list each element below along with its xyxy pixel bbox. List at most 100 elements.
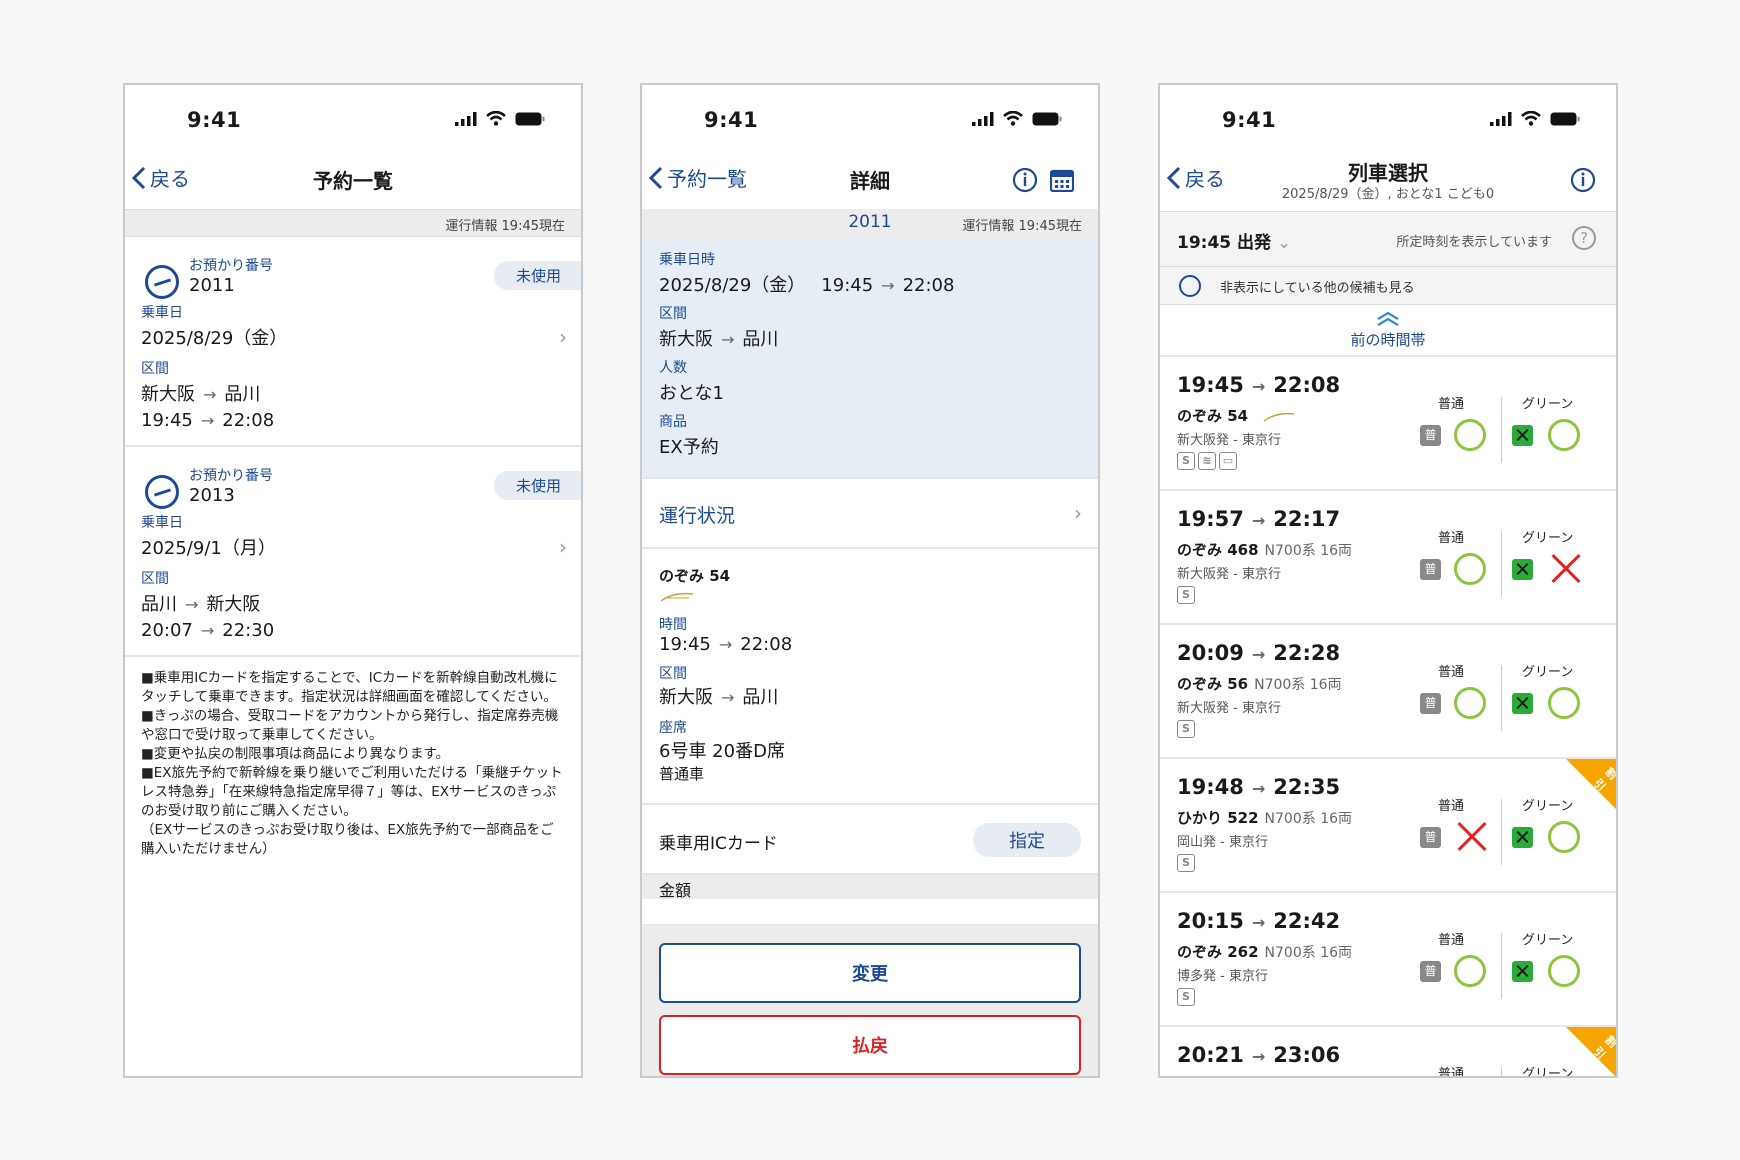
service-info-text[interactable]: 運行情報 19:45現在 xyxy=(962,215,1082,234)
page-title: 列車選択 xyxy=(1348,161,1428,185)
product-value: EX予約 xyxy=(659,437,719,458)
ordinary-label: 普通 xyxy=(1438,665,1465,680)
arrow-right-icon: → xyxy=(1251,913,1266,932)
status-badge: 未使用 xyxy=(493,261,581,290)
green-seat-column: グリーン xyxy=(1512,625,1612,757)
train-type: N700系 16両 xyxy=(1254,677,1342,693)
chevron-down-icon: ⌄ xyxy=(1276,233,1292,253)
info-icon[interactable] xyxy=(1570,167,1596,193)
dep-time: 20:15 xyxy=(1177,909,1244,933)
unavailable-icon xyxy=(1456,821,1488,853)
time-value: 19:45 → 22:08 xyxy=(141,410,565,431)
route-label: 区間 xyxy=(659,306,687,322)
pax-label: 人数 xyxy=(659,360,687,376)
prev-timeslot-button[interactable]: 前の時間帯 xyxy=(1160,305,1616,357)
arr-time: 22:08 xyxy=(222,410,275,431)
show-hidden-toggle[interactable]: 非表示にしている他の候補も見る xyxy=(1160,267,1616,305)
notes-text: ■乗車用ICカードを指定することで、ICカードを新幹線自動改札機にタッチして乗車… xyxy=(141,670,563,857)
train-row[interactable]: 19:48 → 22:35 ひかり 522 N700系 16両 岡山発 - 東京行 S 普通普… xyxy=(1160,759,1616,893)
ordinary-label: 普通 xyxy=(1438,933,1465,948)
discount-ribbon: 割引 xyxy=(1566,759,1616,809)
column-divider xyxy=(1501,799,1502,865)
dep-label: 出発 xyxy=(1237,233,1272,253)
train-name: のぞみ 54 xyxy=(659,567,731,585)
train-name: のぞみ 468 xyxy=(1177,541,1259,559)
calendar-icon[interactable] xyxy=(1050,168,1074,192)
ordinary-seat-icon: 普 xyxy=(1420,827,1441,848)
ic-card-label: 乗車用ICカード xyxy=(659,834,778,854)
train-list: 19:45 → 22:08 のぞみ 54 新大阪発 - 東京行 S ≋ ▭ 普通普グリーン 19:… xyxy=(1160,357,1618,1076)
time-label: 時間 xyxy=(659,617,687,633)
double-chevron-up-icon xyxy=(1377,311,1399,326)
available-icon[interactable] xyxy=(1454,553,1486,585)
ic-card-assign-button[interactable]: 指定 xyxy=(973,823,1081,857)
train-row[interactable]: 20:09 → 22:28 のぞみ 56 N700系 16両 新大阪発 - 東京行 S 普通普… xyxy=(1160,625,1616,759)
arrow-right-icon: → xyxy=(721,688,735,707)
arrow-right-icon: → xyxy=(203,385,217,404)
available-icon[interactable] xyxy=(1548,955,1580,987)
ordinary-seat-column: 普通普 xyxy=(1420,491,1500,623)
chevron-right-icon: › xyxy=(559,325,567,349)
train-name: のぞみ 262 xyxy=(1177,943,1259,961)
train-row[interactable]: 20:15 → 22:42 のぞみ 262 N700系 16両 博多発 - 東京行 S 普通普… xyxy=(1160,893,1616,1027)
dep-time: 19:45 xyxy=(141,410,193,431)
change-button[interactable]: 変更 xyxy=(659,943,1081,1003)
help-icon[interactable]: ? xyxy=(1572,226,1596,250)
reservation-card[interactable]: お預かり番号 2013 未使用 乗車日 2025/9/1（月） 区間 品川 → 新大… xyxy=(125,447,581,657)
to-station: 品川 xyxy=(224,384,261,405)
wifi-icon xyxy=(1003,111,1023,126)
available-icon[interactable] xyxy=(1454,955,1486,987)
service-info-bar[interactable]: 運行情報 19:45現在 xyxy=(125,209,581,237)
page-title: 予約一覧 xyxy=(313,169,393,193)
available-icon[interactable] xyxy=(1454,419,1486,451)
train-name: のぞみ 56 xyxy=(1177,675,1249,693)
date-value: 2025/8/29（金） xyxy=(659,275,806,296)
to-station: 品川 xyxy=(742,687,779,708)
discount-label: 割引 xyxy=(1591,1033,1618,1062)
arrow-right-icon: → xyxy=(1251,377,1266,396)
nav-bar: 予約一覧 詳細 xyxy=(642,155,1098,209)
ride-summary: 乗車日時 2025/8/29（金） 19:45 → 22:08 区間 新大阪 → 品川 人数お… xyxy=(642,237,1098,477)
train-row[interactable]: 19:57 → 22:17 のぞみ 468 N700系 16両 新大阪発 - 東京行 S 普通… xyxy=(1160,491,1616,625)
green-label: グリーン xyxy=(1522,531,1574,546)
train-row[interactable]: 20:21→23:06ひかり 666N700系 16両S普通普グリーン割引 xyxy=(1160,1027,1618,1076)
clock: 9:41 xyxy=(704,108,759,132)
available-icon[interactable] xyxy=(1548,687,1580,719)
column-divider xyxy=(1501,531,1502,597)
dep-time: 19:45 xyxy=(821,275,874,296)
date-label: 乗車日時 xyxy=(659,252,715,268)
arr-time: 22:17 xyxy=(1273,507,1341,531)
dep-time: 19:48 xyxy=(1177,775,1244,799)
green-label: グリーン xyxy=(1522,665,1574,680)
prev-timeslot-label: 前の時間帯 xyxy=(1350,331,1426,349)
available-icon[interactable] xyxy=(1548,821,1580,853)
green-car-icon xyxy=(1512,693,1533,714)
clock-icon xyxy=(145,265,179,299)
reservation-list-screen: 9:41 戻る 予約一覧 運行情報 19:45現在 お預かり番号 2011 未使… xyxy=(123,83,583,1078)
refund-button[interactable]: 払戻 xyxy=(659,1015,1081,1075)
train-name: ひかり 522 xyxy=(1177,809,1259,827)
info-icon[interactable] xyxy=(1012,167,1038,193)
arrow-right-icon: → xyxy=(881,276,895,295)
available-icon[interactable] xyxy=(1548,419,1580,451)
s-work-icon: S xyxy=(1177,988,1195,1006)
from-station: 新大阪 xyxy=(659,329,713,350)
available-icon[interactable] xyxy=(1454,687,1486,719)
departure-time-select[interactable]: 19:45 出発 ⌄ xyxy=(1177,228,1291,253)
clock: 9:41 xyxy=(1222,108,1277,132)
ordinary-label: 普通 xyxy=(1438,799,1465,814)
green-car-icon xyxy=(1512,425,1533,446)
status-bar: 9:41 xyxy=(642,85,1098,155)
arrow-right-icon: → xyxy=(718,635,733,654)
ordinary-seat-column: 普通普 xyxy=(1420,625,1500,757)
service-status-link[interactable]: 運行状況 › xyxy=(642,477,1098,549)
reservation-card[interactable]: お預かり番号 2011 未使用 乗車日 2025/8/29（金） 区間 新大阪 →… xyxy=(125,237,581,447)
chevron-right-icon: › xyxy=(1074,501,1082,525)
car-class: 普通車 xyxy=(659,765,705,783)
service-status-label: 運行状況 xyxy=(659,505,736,527)
system-icons xyxy=(972,111,1062,126)
arrow-right-icon: → xyxy=(185,595,199,614)
to-station: 新大阪 xyxy=(206,594,261,615)
train-row[interactable]: 19:45 → 22:08 のぞみ 54 新大阪発 - 東京行 S ≋ ▭ 普通普グリーン xyxy=(1160,357,1616,491)
train-logo-icon xyxy=(660,592,694,602)
